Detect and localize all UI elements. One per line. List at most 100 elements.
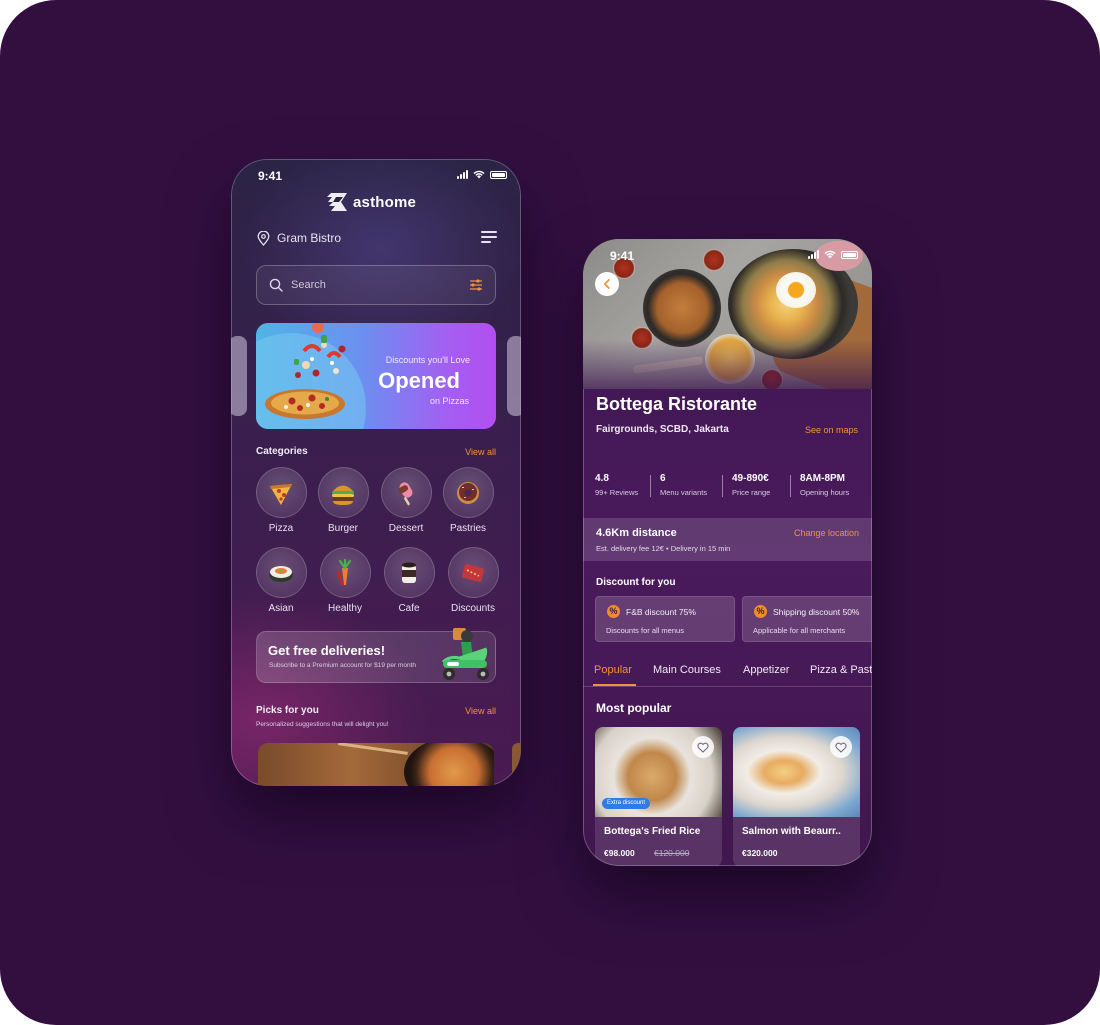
logo-mark-icon (327, 193, 347, 211)
favorite-button[interactable] (692, 736, 714, 758)
tab-appetizer[interactable]: Appetizer (743, 664, 789, 676)
status-icons (457, 170, 507, 179)
coffee-icon (402, 562, 416, 583)
category-label: Pizza (268, 523, 294, 534)
discount-percent-icon: % (754, 605, 767, 618)
signal-icon (808, 250, 819, 259)
stat-rating: 4.8 99+ Reviews (595, 473, 638, 497)
hero-plate (643, 269, 721, 347)
location-name: Gram Bistro (277, 231, 342, 245)
status-icons (808, 250, 858, 259)
donut-icon (457, 481, 479, 504)
stat-value: 6 (660, 473, 666, 484)
pizza-icon (270, 483, 292, 505)
restaurant-name: Bottega Ristorante (596, 394, 758, 414)
category-cafe[interactable]: Cafe (381, 547, 437, 614)
carousel-next-card[interactable] (507, 336, 521, 416)
stat-label: Opening hours (800, 488, 850, 497)
categories-view-all-link[interactable]: View all (465, 447, 496, 457)
food-price: €320.000 (742, 848, 778, 858)
picks-subtitle: Personalized suggestions that will delig… (256, 721, 389, 728)
category-healthy[interactable]: Healthy (317, 547, 373, 614)
filter-icon[interactable] (469, 279, 483, 291)
category-pizza[interactable]: Pizza (253, 467, 309, 534)
home-screen: 9:41 asthome Gram Bistro Search Discount… (231, 159, 521, 786)
fried-rice-bowl (404, 743, 494, 786)
search-bar[interactable]: Search (256, 265, 496, 305)
promo-banner[interactable]: Discounts you'll Love Opened on Pizzas (256, 323, 496, 429)
category-burger[interactable]: Burger (315, 467, 371, 534)
carrot-icon (336, 558, 352, 585)
banner-title: Opened (378, 368, 460, 393)
stat-divider (650, 475, 651, 497)
active-tab-indicator (593, 684, 636, 686)
promo-title: Get free deliveries! (268, 643, 386, 658)
category-label: Dessert (388, 523, 424, 534)
category-label: Burger (327, 523, 358, 534)
hero-fade (583, 339, 872, 389)
category-discounts[interactable]: Discounts (445, 547, 501, 614)
free-delivery-card[interactable]: Get free deliveries! Subscribe to a Prem… (256, 628, 496, 683)
chopstick (338, 743, 408, 755)
heart-icon (835, 742, 847, 753)
category-pizza-circle (255, 467, 307, 518)
chevron-left-icon (603, 279, 610, 289)
location-row[interactable]: Gram Bistro (257, 229, 497, 247)
wifi-icon (473, 170, 485, 179)
most-popular-title: Most popular (596, 701, 672, 715)
hamburger-menu-icon[interactable] (481, 231, 497, 244)
back-button[interactable] (595, 272, 619, 296)
tab-main-courses[interactable]: Main Courses (653, 664, 721, 676)
food-card[interactable]: Extra discount Bottega's Fried Rice €98.… (595, 727, 722, 866)
banner-subtitle: Discounts you'll Love (385, 355, 470, 365)
restaurant-address: Fairgrounds, SCBD, Jakarta (596, 424, 729, 435)
stat-label: Menu variants (660, 488, 708, 497)
category-label: Cafe (398, 603, 420, 614)
category-discounts-circle (447, 547, 499, 598)
category-healthy-circle (319, 547, 371, 598)
app-logo: asthome (327, 191, 416, 213)
carousel-prev-card[interactable] (231, 336, 247, 416)
search-input[interactable]: Search (291, 279, 469, 291)
wifi-icon (824, 250, 836, 259)
showcase-canvas: 9:41 asthome Gram Bistro Search Discount… (0, 0, 1100, 1025)
picks-view-all-link[interactable]: View all (465, 706, 496, 716)
food-name: Bottega's Fried Rice (604, 826, 701, 837)
favorite-button[interactable] (830, 736, 852, 758)
food-card[interactable]: Salmon with Beaurr.. €320.000 (733, 727, 860, 866)
hero-egg (776, 272, 816, 308)
food-name: Salmon with Beaurr.. (742, 826, 841, 837)
stat-value: 8AM-8PM (800, 473, 846, 484)
restaurant-detail-screen: 9:41 Bottega Ristorante Fairgrounds, SCB… (583, 239, 872, 866)
location-pin-icon (257, 230, 270, 246)
picks-title: Picks for you (256, 705, 319, 716)
categories-title: Categories (256, 446, 308, 457)
discount-card-fnb[interactable]: % F&B discount 75% Discounts for all men… (595, 596, 735, 642)
category-dessert[interactable]: Dessert (378, 467, 434, 534)
tab-popular[interactable]: Popular (594, 664, 632, 676)
menu-tabs: Popular Main Courses Appetizer Pizza & P… (583, 657, 872, 687)
ice-cream-icon (398, 481, 413, 505)
discount-name: F&B discount 75% (626, 607, 696, 617)
category-label: Asian (268, 603, 294, 614)
see-on-maps-link[interactable]: See on maps (805, 425, 858, 435)
status-time: 9:41 (610, 249, 635, 263)
tab-pizza-pasta[interactable]: Pizza & Past (810, 664, 872, 676)
flying-toppings-image (294, 323, 346, 378)
stat-menu-variants: 6 Menu variants (660, 473, 707, 497)
category-asian[interactable]: Asian (253, 547, 309, 614)
food-old-price: €120.000 (654, 848, 690, 858)
category-dessert-circle (380, 467, 432, 518)
discount-card-shipping[interactable]: % Shipping discount 50% Applicable for a… (742, 596, 872, 642)
stat-value: 4.8 (595, 473, 609, 484)
category-label: Pastries (449, 523, 487, 534)
heart-icon (697, 742, 709, 753)
picks-header: Picks for you View all (256, 705, 496, 716)
category-pastries[interactable]: Pastries (440, 467, 496, 534)
pick-card-image[interactable] (258, 743, 494, 786)
pick-card-next[interactable] (512, 743, 521, 786)
category-label: Healthy (328, 603, 362, 614)
stat-divider (722, 475, 723, 497)
change-location-link[interactable]: Change location (794, 528, 859, 538)
extra-discount-badge: Extra discount (602, 798, 651, 809)
